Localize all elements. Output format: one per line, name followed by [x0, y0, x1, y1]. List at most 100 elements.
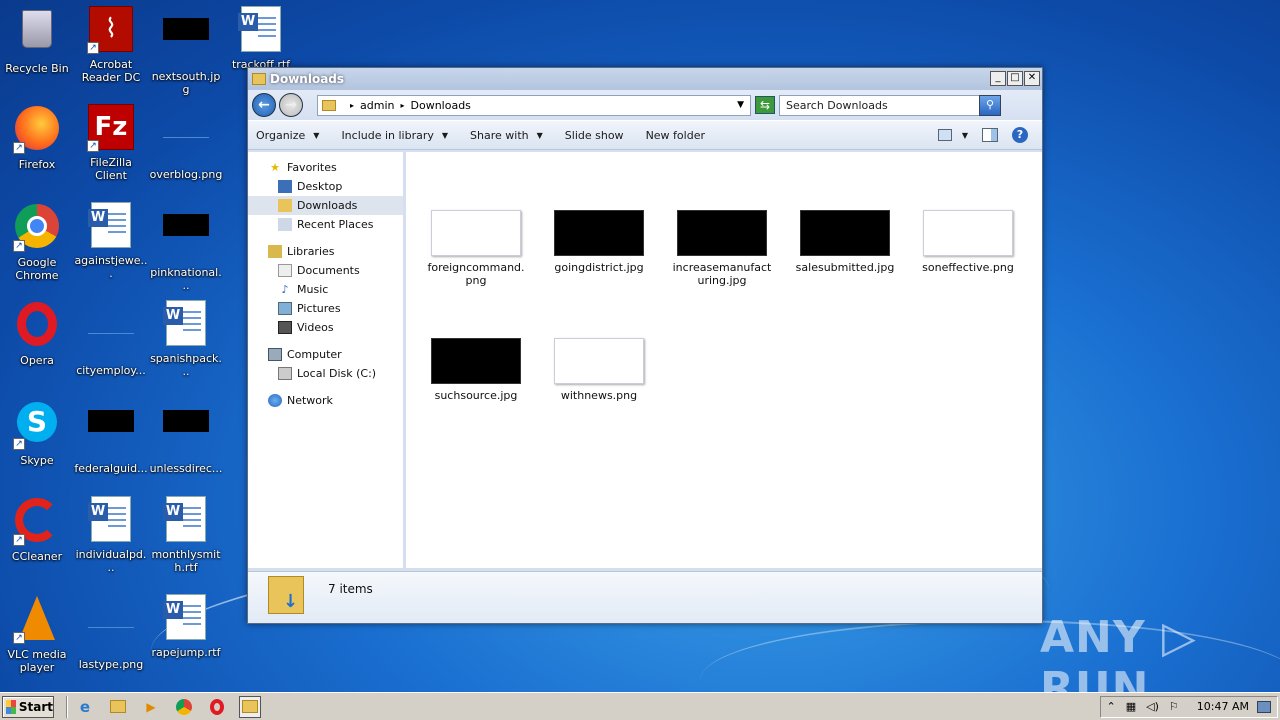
chrome-icon[interactable]	[173, 696, 195, 718]
nav-libraries[interactable]: Libraries	[248, 242, 403, 261]
desktop-icon-firefox[interactable]: ↗ Firefox	[0, 104, 74, 171]
desktop-icon-ccleaner[interactable]: ↗ CCleaner	[0, 496, 74, 563]
internet-explorer-icon[interactable]: e	[74, 696, 96, 718]
new-folder-button[interactable]: New folder	[646, 129, 705, 142]
image-thumbnail	[800, 210, 890, 256]
image-thumbnail	[554, 210, 644, 256]
recent-places-icon	[278, 218, 292, 231]
firefox-icon: ↗	[13, 106, 61, 154]
nav-videos[interactable]: Videos	[248, 318, 403, 337]
nav-pictures[interactable]: Pictures	[248, 299, 403, 318]
chevron-down-icon: ▼	[536, 130, 543, 140]
explorer-window[interactable]: Downloads _ □ ✕ ← → ▸ admin ▸ Downloads …	[247, 67, 1043, 624]
windows-logo-icon	[6, 699, 16, 714]
minimize-button[interactable]: _	[990, 71, 1006, 86]
chevron-down-icon[interactable]: ▼	[962, 131, 968, 140]
desktop-icon-image-file[interactable]: cityemploy...	[74, 300, 148, 377]
nav-local-disk[interactable]: Local Disk (C:)	[248, 364, 403, 383]
desktop-icon-recycle-bin[interactable]: Recycle Bin	[0, 6, 74, 75]
close-button[interactable]: ✕	[1024, 71, 1040, 86]
maximize-button[interactable]: □	[1007, 71, 1023, 86]
nav-desktop[interactable]: Desktop	[248, 177, 403, 196]
back-button[interactable]: ←	[252, 93, 276, 117]
breadcrumb-downloads[interactable]: Downloads	[411, 99, 471, 112]
file-item[interactable]: goingdistrict.jpg	[549, 210, 649, 274]
clock[interactable]: 10:47 AM	[1197, 700, 1249, 713]
share-with-button[interactable]: Share with ▼	[470, 129, 543, 142]
nav-music[interactable]: ♪ Music	[248, 280, 403, 299]
help-icon[interactable]: ?	[1012, 127, 1028, 143]
star-icon: ★	[270, 161, 280, 174]
nav-documents[interactable]: Documents	[248, 261, 403, 280]
explorer-taskbar-button[interactable]	[239, 695, 261, 718]
forward-button[interactable]: →	[279, 93, 303, 117]
change-view-icon[interactable]	[937, 129, 952, 141]
file-item[interactable]: withnews.png	[549, 338, 649, 402]
word-document-icon: W	[162, 594, 210, 642]
nav-network[interactable]: Network	[248, 391, 403, 410]
file-item[interactable]: soneffective.png	[918, 210, 1018, 274]
hard-drive-icon	[278, 367, 292, 380]
word-document-icon: W	[162, 496, 210, 544]
show-desktop-icon[interactable]	[1257, 700, 1271, 713]
desktop-icon-acrobat[interactable]: ⌇ ↗ Acrobat Reader DC	[74, 6, 148, 84]
image-thumbnail-icon	[162, 116, 210, 164]
desktop-icon-image-file[interactable]: lastype.png	[74, 594, 148, 671]
chevron-down-icon: ▼	[441, 130, 449, 140]
include-in-library-button[interactable]: Include in library ▼	[341, 129, 448, 142]
image-thumbnail	[923, 210, 1013, 256]
media-player-icon[interactable]: ▶	[140, 696, 162, 718]
desktop-icon-image-file[interactable]: pinknational...	[149, 202, 223, 292]
desktop-icon-vlc[interactable]: ↗ VLC media player	[0, 594, 74, 674]
search-icon[interactable]: ⚲	[979, 94, 1001, 116]
nav-downloads[interactable]: Downloads	[248, 196, 403, 215]
desktop-icon-word-doc[interactable]: W individualpd...	[74, 496, 148, 574]
nav-computer[interactable]: Computer	[248, 345, 403, 364]
desktop-icon-word-doc[interactable]: W againstjewe...	[74, 202, 148, 280]
start-button[interactable]: Start	[2, 695, 54, 718]
desktop-icon-chrome[interactable]: ↗ Google Chrome	[0, 202, 74, 282]
window-titlebar[interactable]: Downloads _ □ ✕	[248, 68, 1042, 90]
file-item[interactable]: foreigncommand.png	[426, 210, 526, 287]
opera-icon[interactable]	[206, 696, 228, 718]
network-globe-icon	[268, 394, 282, 407]
desktop-icon-word-doc[interactable]: W trackoff.rtf	[224, 6, 298, 71]
volume-icon[interactable]: ◁)	[1146, 700, 1159, 713]
chevron-down-icon[interactable]: ▼	[737, 100, 744, 110]
file-item[interactable]: salesubmitted.jpg	[795, 210, 895, 274]
desktop-icon-word-doc[interactable]: W spanishpack...	[149, 300, 223, 378]
word-document-icon: W	[237, 6, 285, 54]
nav-recent-places[interactable]: Recent Places	[248, 215, 403, 234]
desktop-icon-image-file[interactable]: unlessdirec...	[149, 398, 223, 475]
refresh-button[interactable]: ⇆	[755, 96, 775, 114]
desktop-icon-image-file[interactable]: nextsouth.jpg	[149, 6, 223, 96]
desktop-icon-opera[interactable]: Opera	[0, 300, 74, 367]
action-center-flag-icon[interactable]: ⚐	[1169, 700, 1179, 713]
address-bar[interactable]: ▸ admin ▸ Downloads ▼	[317, 94, 751, 116]
vlc-cone-icon: ↗	[13, 596, 61, 644]
chevron-right-icon: ▸	[400, 100, 405, 110]
network-status-icon[interactable]: ▦	[1126, 700, 1136, 713]
preview-pane-icon[interactable]	[982, 128, 998, 142]
search-input[interactable]: Search Downloads ⚲	[779, 94, 1001, 116]
word-document-icon: W	[87, 496, 135, 544]
desktop-icon-word-doc[interactable]: W monthlysmith.rtf	[149, 496, 223, 574]
desktop-icon-skype[interactable]: S ↗ Skype	[0, 398, 74, 467]
show-hidden-icons-icon[interactable]: ⌃	[1107, 700, 1116, 713]
desktop-icon-filezilla[interactable]: Fz ↗ FileZilla Client	[74, 104, 148, 182]
file-explorer-icon[interactable]	[107, 696, 129, 718]
desktop-icon-image-file[interactable]: overblog.png	[149, 104, 223, 181]
desktop-icon-word-doc[interactable]: W rapejump.rtf	[149, 594, 223, 659]
breadcrumb-admin[interactable]: admin	[360, 99, 394, 112]
documents-icon	[278, 264, 292, 277]
chrome-icon: ↗	[13, 204, 61, 252]
file-item[interactable]: suchsource.jpg	[426, 338, 526, 402]
desktop-icon-image-file[interactable]: federalguid...	[74, 398, 148, 475]
nav-favorites[interactable]: ★ Favorites	[248, 158, 403, 177]
word-document-icon: W	[87, 202, 135, 250]
slide-show-button[interactable]: Slide show	[565, 129, 624, 142]
organize-button[interactable]: Organize ▼	[256, 129, 319, 142]
image-thumbnail-icon	[87, 312, 135, 360]
file-item[interactable]: increasemanufacturing.jpg	[672, 210, 772, 287]
skype-icon: S ↗	[13, 402, 61, 450]
